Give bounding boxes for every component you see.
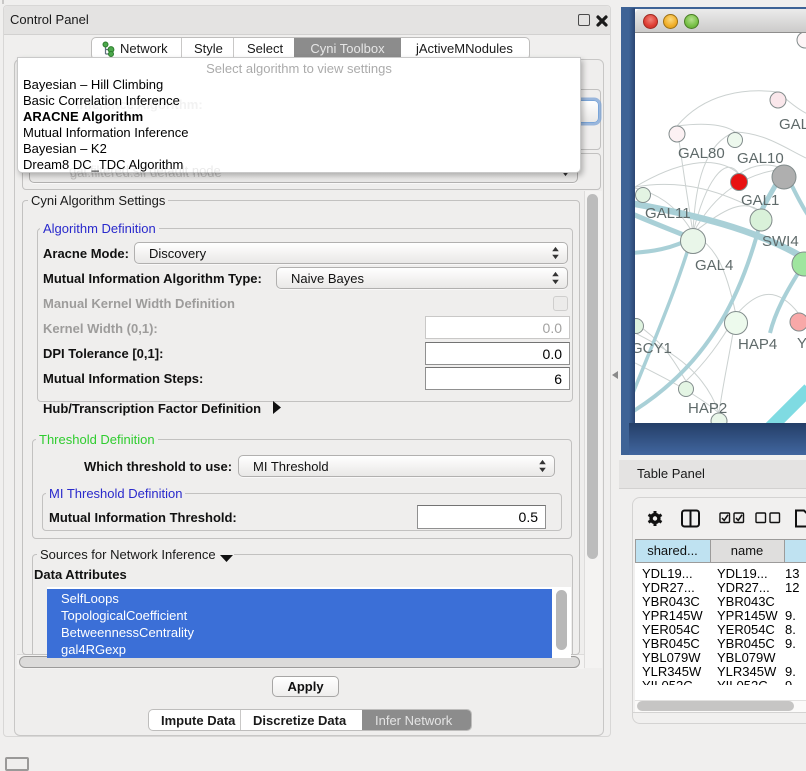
svg-text:GAL4: GAL4 [695,257,733,274]
svg-text:HAP2: HAP2 [688,400,727,417]
svg-text:Y: Y [797,335,806,352]
svg-text:GAL80: GAL80 [678,145,725,162]
svg-text:GCY1: GCY1 [635,340,672,357]
svg-text:SWI4: SWI4 [762,233,799,250]
svg-text:HAP4: HAP4 [738,336,777,353]
svg-text:GAL7: GAL7 [779,116,806,133]
svg-text:GAL1: GAL1 [741,192,779,209]
svg-text:GAL11: GAL11 [645,205,691,222]
svg-text:GAL10: GAL10 [737,150,784,167]
